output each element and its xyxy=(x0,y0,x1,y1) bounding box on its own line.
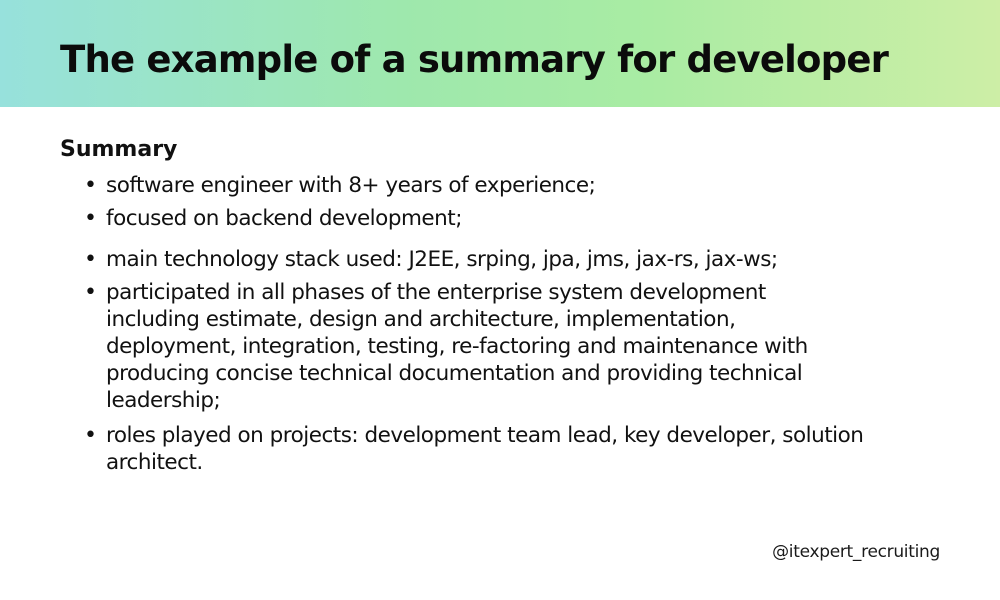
page-title: The example of a summary for developer xyxy=(60,38,889,81)
summary-item-tech-stack: main technology stack used: J2EE, srping… xyxy=(84,246,864,273)
social-handle: @itexpert_recruiting xyxy=(772,542,940,562)
summary-heading: Summary xyxy=(60,137,178,162)
summary-list: software engineer with 8+ years of exper… xyxy=(84,172,864,482)
summary-item-focus: focused on backend development; xyxy=(84,205,864,232)
header-banner: The example of a summary for developer xyxy=(0,0,1000,107)
summary-item-phases: participated in all phases of the enterp… xyxy=(84,279,864,414)
summary-item-experience: software engineer with 8+ years of exper… xyxy=(84,172,864,199)
summary-item-roles: roles played on projects: development te… xyxy=(84,422,864,476)
